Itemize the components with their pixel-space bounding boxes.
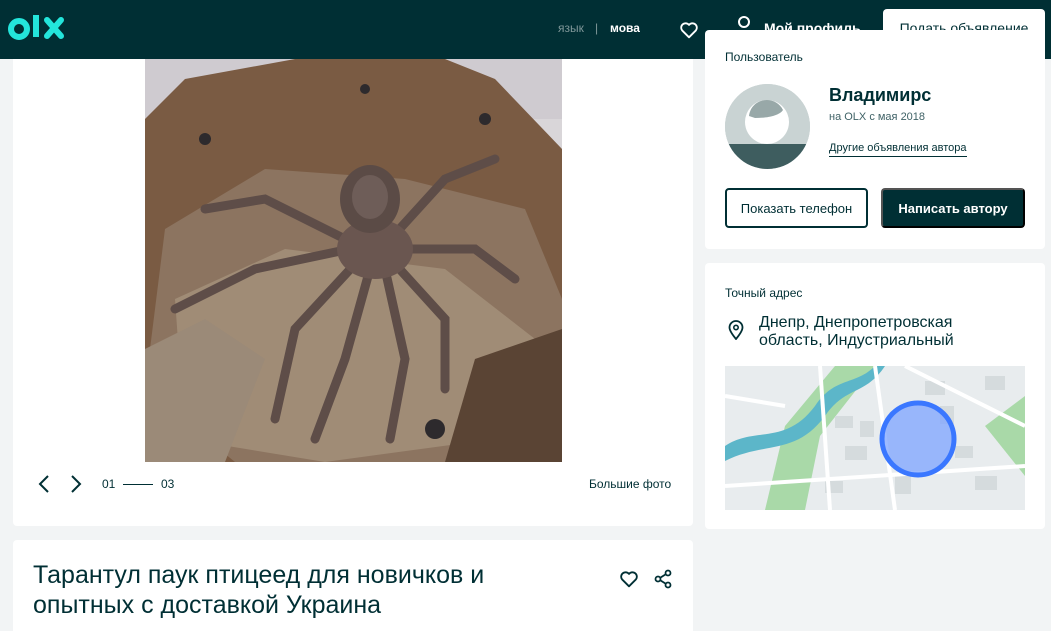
photo-gallery: 01 03 Большие фото xyxy=(13,59,693,526)
show-phone-button[interactable]: Показать телефон xyxy=(725,188,868,228)
ad-title: Тарантул паук птицеед для новичков и опы… xyxy=(33,561,485,619)
seller-name[interactable]: Владимирс xyxy=(829,85,931,106)
lang-ru-link[interactable]: язык xyxy=(558,21,584,35)
lang-uk-link[interactable]: мова xyxy=(610,21,640,35)
avatar[interactable] xyxy=(725,84,810,169)
heart-icon[interactable] xyxy=(678,19,700,41)
seller-caption: Пользователь xyxy=(725,50,803,64)
prev-photo-icon[interactable] xyxy=(37,473,51,495)
photo-counter-current: 01 xyxy=(102,477,116,491)
next-photo-icon[interactable] xyxy=(69,473,83,495)
photo-counter-total: 03 xyxy=(161,477,175,491)
ad-title-panel: Тарантул паук птицеед для новичков и опы… xyxy=(13,540,693,631)
olx-logo[interactable] xyxy=(6,10,66,48)
photo-counter-divider xyxy=(123,484,153,485)
seller-since: на OLX с мая 2018 xyxy=(829,111,926,123)
message-author-button[interactable]: Написать автору xyxy=(881,188,1025,228)
heart-icon[interactable] xyxy=(618,568,640,590)
location-text: Днепр, Днепропетровская область, Индустр… xyxy=(759,314,954,349)
location-map[interactable] xyxy=(725,366,1025,510)
lang-separator: | xyxy=(595,21,599,35)
location-pin-icon xyxy=(728,320,744,340)
location-caption: Точный адрес xyxy=(725,286,803,300)
seller-card: Пользователь Владимирс на OLX с мая 2018… xyxy=(705,30,1045,249)
listing-photo[interactable] xyxy=(145,59,562,462)
other-ads-link[interactable]: Другие объявления автора xyxy=(829,142,967,157)
location-card: Точный адрес Днепр, Днепропетровская обл… xyxy=(705,263,1045,529)
share-icon[interactable] xyxy=(653,569,673,589)
bigger-photos-link[interactable]: Большие фото xyxy=(589,477,671,491)
